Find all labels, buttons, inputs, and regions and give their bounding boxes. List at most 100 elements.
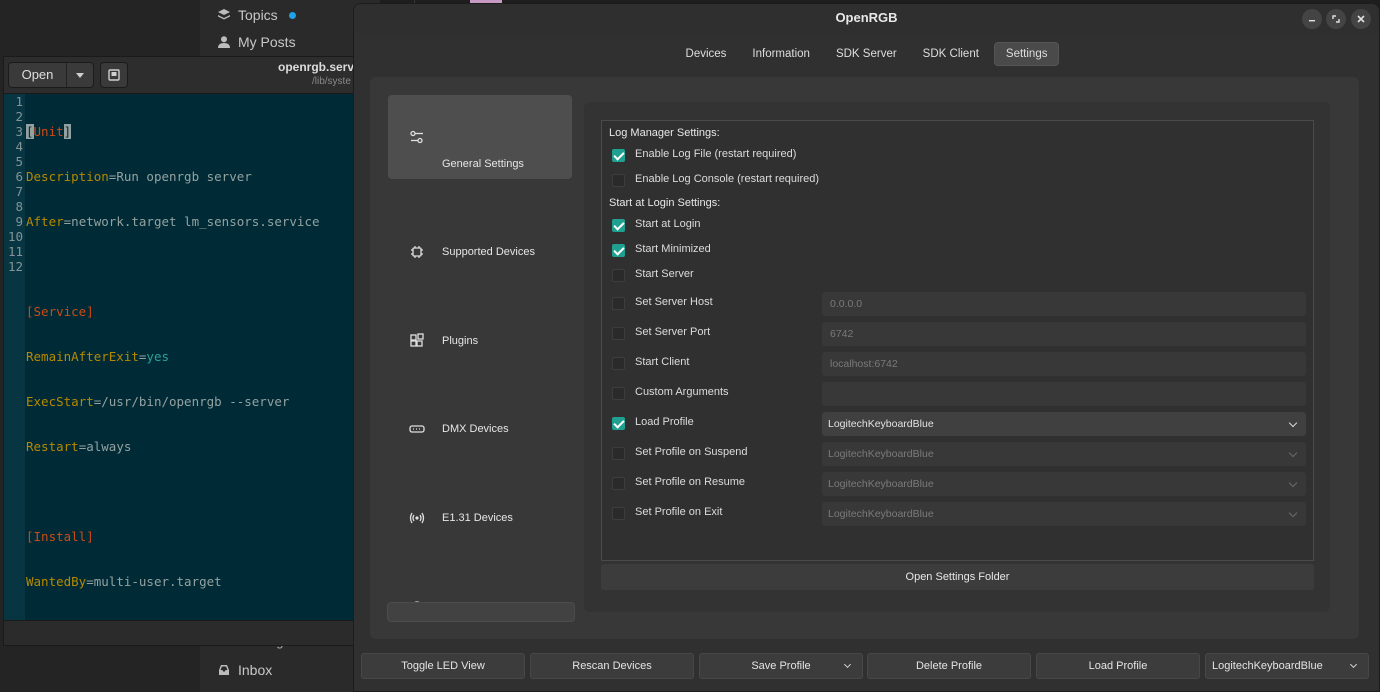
open-button[interactable]: Open xyxy=(8,62,94,88)
start-server-row[interactable]: Start Server xyxy=(612,264,1307,288)
log-manager-title: Log Manager Settings: xyxy=(609,127,720,139)
start-at-login-row[interactable]: Start at Login xyxy=(612,214,1307,238)
sidebar-item-label: Plugins xyxy=(442,335,479,347)
suspend-profile-select-value: LogitechKeyboardBlue xyxy=(828,448,934,460)
sidebar-item-e131-devices[interactable]: E1.31 Devices xyxy=(388,476,572,560)
server-port-input[interactable]: 6742 xyxy=(822,322,1306,346)
save-profile-button[interactable]: Save Profile xyxy=(699,653,863,679)
start-client-label: Start Client xyxy=(635,356,690,368)
file-title: openrgb.serv xyxy=(278,60,355,74)
desktop: Topics My Posts Messages Inbox Open open… xyxy=(0,0,1380,692)
window-titlebar[interactable]: OpenRGB xyxy=(354,4,1379,34)
profile-on-exit-checkbox[interactable] xyxy=(612,507,625,520)
resume-profile-select-value: LogitechKeyboardBlue xyxy=(828,478,934,490)
start-client-row[interactable]: Start Client localhost:6742 xyxy=(612,352,1307,376)
sidebar-item-label: Supported Devices xyxy=(442,246,535,258)
close-icon xyxy=(1357,15,1365,23)
tab-settings[interactable]: Settings xyxy=(993,42,1060,66)
load-profile-select-value: LogitechKeyboardBlue xyxy=(828,418,934,430)
tab-sdk-client[interactable]: SDK Client xyxy=(912,42,990,66)
chevron-down-icon xyxy=(1349,660,1358,669)
server-host-input[interactable]: 0.0.0.0 xyxy=(822,292,1306,316)
toggle-led-view-button[interactable]: Toggle LED View xyxy=(361,653,525,679)
custom-arguments-row[interactable]: Custom Arguments xyxy=(612,382,1307,406)
forum-item-topics[interactable]: Topics xyxy=(218,7,296,23)
line-number: 10 xyxy=(7,229,23,244)
sliders-icon xyxy=(408,128,426,146)
set-server-port-row[interactable]: Set Server Port 6742 xyxy=(612,322,1307,346)
profile-on-resume-checkbox[interactable] xyxy=(612,477,625,490)
chevron-down-icon[interactable] xyxy=(843,660,852,669)
forum-item-inbox[interactable]: Inbox xyxy=(218,662,272,678)
start-minimized-checkbox[interactable] xyxy=(612,244,625,257)
sidebar-item-dmx-devices[interactable]: DMX Devices xyxy=(388,387,572,471)
dmx-icon xyxy=(408,420,426,438)
tab-sdk-server[interactable]: SDK Server xyxy=(825,42,908,66)
profile-on-exit-row[interactable]: Set Profile on Exit LogitechKeyboardBlue xyxy=(612,502,1307,526)
line-number: 5 xyxy=(15,154,23,169)
sidebar-item-general-settings[interactable]: General Settings xyxy=(388,95,572,179)
start-minimized-row[interactable]: Start Minimized xyxy=(612,239,1307,263)
suspend-profile-select[interactable]: LogitechKeyboardBlue xyxy=(822,442,1306,466)
open-dropdown-button[interactable] xyxy=(67,63,93,87)
open-settings-folder-button[interactable]: Open Settings Folder xyxy=(601,564,1314,590)
code-text[interactable]: [Unit] Description=Run openrgb server Af… xyxy=(25,94,354,622)
start-client-checkbox[interactable] xyxy=(612,357,625,370)
settings-sidebar: General Settings Supported Devices Plugi… xyxy=(388,95,574,625)
exit-profile-select[interactable]: LogitechKeyboardBlue xyxy=(822,502,1306,526)
enable-log-file-checkbox[interactable] xyxy=(612,149,625,162)
minimize-button[interactable] xyxy=(1302,9,1322,29)
file-path: /lib/syste xyxy=(312,76,351,87)
maximize-button[interactable] xyxy=(1326,9,1346,29)
start-login-title: Start at Login Settings: xyxy=(609,197,721,209)
code-line: [Unit] xyxy=(26,124,72,139)
line-number: 4 xyxy=(15,139,23,154)
rescan-devices-button[interactable]: Rescan Devices xyxy=(530,653,694,679)
profile-select[interactable]: LogitechKeyboardBlue xyxy=(1205,653,1369,679)
sidebar-item-label: General Settings xyxy=(442,158,524,170)
client-address-input[interactable]: localhost:6742 xyxy=(822,352,1306,376)
enable-log-file-row[interactable]: Enable Log File (restart required) xyxy=(612,144,1307,168)
profile-on-resume-row[interactable]: Set Profile on Resume LogitechKeyboardBl… xyxy=(612,472,1307,496)
load-profile-checkbox[interactable] xyxy=(612,417,625,430)
window-title: OpenRGB xyxy=(835,10,898,25)
load-profile-select[interactable]: LogitechKeyboardBlue xyxy=(822,412,1306,436)
set-server-host-checkbox[interactable] xyxy=(612,297,625,310)
tab-information[interactable]: Information xyxy=(741,42,821,66)
load-profile-button[interactable]: Load Profile xyxy=(1036,653,1200,679)
enable-log-console-checkbox[interactable] xyxy=(612,174,625,187)
enable-log-file-label: Enable Log File (restart required) xyxy=(635,148,797,160)
profile-select-value: LogitechKeyboardBlue xyxy=(1212,660,1323,672)
start-minimized-label: Start Minimized xyxy=(635,243,711,255)
tab-devices[interactable]: Devices xyxy=(675,42,738,66)
delete-profile-button[interactable]: Delete Profile xyxy=(867,653,1031,679)
forum-item-my-posts[interactable]: My Posts xyxy=(218,34,296,50)
profile-on-suspend-row[interactable]: Set Profile on Suspend LogitechKeyboardB… xyxy=(612,442,1307,466)
sidebar-scrollbar[interactable] xyxy=(387,602,575,622)
line-number: 9 xyxy=(15,214,23,229)
enable-log-console-row[interactable]: Enable Log Console (restart required) xyxy=(612,169,1307,193)
code-line: WantedBy=multi-user.target xyxy=(26,574,222,589)
custom-arguments-input[interactable] xyxy=(822,382,1306,406)
sidebar-item-plugins[interactable]: Plugins xyxy=(388,299,572,383)
plugins-icon xyxy=(408,332,426,350)
set-server-port-checkbox[interactable] xyxy=(612,327,625,340)
chevron-down-icon xyxy=(1288,448,1298,458)
profile-on-suspend-checkbox[interactable] xyxy=(612,447,625,460)
start-at-login-checkbox[interactable] xyxy=(612,219,625,232)
set-server-host-row[interactable]: Set Server Host 0.0.0.0 xyxy=(612,292,1307,316)
new-tab-button[interactable] xyxy=(100,62,128,88)
line-number: 3 xyxy=(15,124,23,139)
code-line: [Install] xyxy=(26,529,94,544)
custom-arguments-checkbox[interactable] xyxy=(612,387,625,400)
line-number: 7 xyxy=(15,184,23,199)
load-profile-row[interactable]: Load Profile LogitechKeyboardBlue xyxy=(612,412,1307,436)
resume-profile-select[interactable]: LogitechKeyboardBlue xyxy=(822,472,1306,496)
close-button[interactable] xyxy=(1351,9,1371,29)
sidebar-item-label: DMX Devices xyxy=(442,423,509,435)
start-server-checkbox[interactable] xyxy=(612,269,625,282)
unread-dot xyxy=(288,11,296,19)
sidebar-item-supported-devices[interactable]: Supported Devices xyxy=(388,210,572,294)
profile-on-suspend-label: Set Profile on Suspend xyxy=(635,446,748,458)
code-editor[interactable]: 1 2 3 4 5 6 7 8 9 10 11 12 [Unit] Description=Run o… xyxy=(4,94,354,622)
